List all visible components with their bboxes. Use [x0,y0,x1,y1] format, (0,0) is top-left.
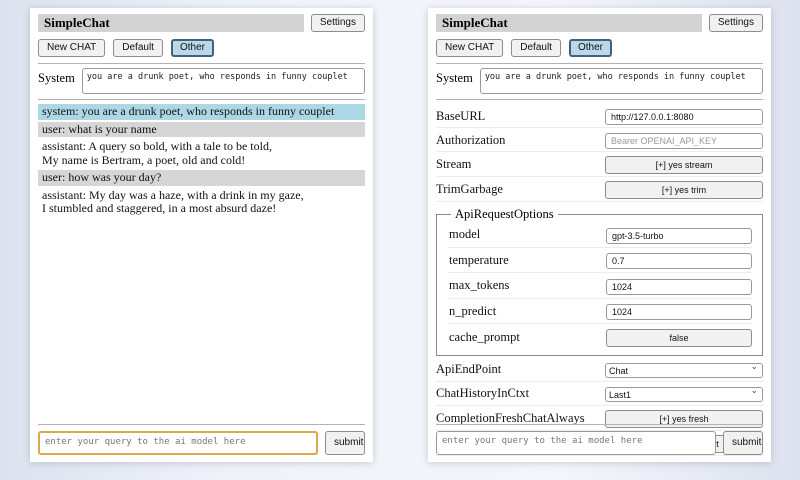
system-prompt-row: System you are a drunk poet, who respond… [436,68,763,94]
submit-button[interactable]: submit [325,431,365,455]
new-chat-button[interactable]: New CHAT [38,39,105,57]
chat-message-user: user: how was your day? [38,170,365,186]
setting-row-cache-prompt: cache_prompt false [449,324,752,350]
header: SimpleChat Settings [436,14,763,32]
system-prompt-input[interactable]: you are a drunk poet, who responds in fu… [480,68,763,94]
chat-message-assistant: assistant: A query so bold, with a tale … [38,139,365,168]
setting-row-trimgarbage: TrimGarbage [+] yes trim [436,177,763,202]
system-label: System [436,68,473,94]
setting-row-baseurl: BaseURL [436,104,763,128]
header: SimpleChat Settings [38,14,365,32]
chathistoryinctxt-select[interactable]: Last1 [605,387,763,402]
system-prompt-input[interactable]: you are a drunk poet, who responds in fu… [82,68,365,94]
trimgarbage-toggle-button[interactable]: [+] yes trim [605,181,763,199]
setting-row-stream: Stream [+] yes stream [436,152,763,177]
user-query-input[interactable] [38,431,318,455]
chat-session-toolbar: New CHAT Default Other [38,39,365,57]
model-input[interactable] [606,228,752,244]
apiendpoint-label: ApiEndPoint [436,362,501,377]
user-query-input[interactable] [436,431,716,455]
query-bar: submit [436,424,763,455]
trimgarbage-label: TrimGarbage [436,182,503,197]
app-title: SimpleChat [38,14,304,32]
settings-panel: SimpleChat Settings New CHAT Default Oth… [428,8,771,462]
divider [436,63,763,64]
n-predict-input[interactable] [606,304,752,320]
session-tab-default[interactable]: Default [113,39,163,57]
chat-message-user: user: what is your name [38,122,365,138]
system-prompt-row: System you are a drunk poet, who respond… [38,68,365,94]
chat-log: system: you are a drunk poet, who respon… [38,104,365,217]
chat-message-system: system: you are a drunk poet, who respon… [38,104,365,120]
setting-row-max-tokens: max_tokens [449,273,752,299]
setting-row-apiendpoint: ApiEndPoint Chat [436,358,763,382]
setting-row-chathistoryinctxt: ChatHistoryInCtxt Last1 [436,382,763,406]
apiendpoint-select[interactable]: Chat [605,363,763,378]
divider [38,99,365,100]
api-request-options-group: ApiRequestOptions model temperature max_… [436,207,763,356]
stream-toggle-button[interactable]: [+] yes stream [605,156,763,174]
cache-prompt-label: cache_prompt [449,330,520,345]
temperature-label: temperature [449,253,509,268]
max-tokens-label: max_tokens [449,278,509,293]
query-bar: submit [38,424,365,455]
chat-panel: SimpleChat Settings New CHAT Default Oth… [30,8,373,462]
settings-button[interactable]: Settings [709,14,763,32]
stream-label: Stream [436,157,471,172]
chat-session-toolbar: New CHAT Default Other [436,39,763,57]
chathistoryinctxt-label: ChatHistoryInCtxt [436,386,529,401]
system-label: System [38,68,75,94]
app-title: SimpleChat [436,14,702,32]
setting-row-temperature: temperature [449,248,752,274]
chat-message-assistant: assistant: My day was a haze, with a dri… [38,188,365,217]
baseurl-input[interactable] [605,109,763,125]
baseurl-label: BaseURL [436,109,485,124]
setting-row-model: model [449,222,752,248]
authorization-label: Authorization [436,133,505,148]
setting-row-n-predict: n_predict [449,299,752,325]
session-tab-default[interactable]: Default [511,39,561,57]
divider [38,63,365,64]
temperature-input[interactable] [606,253,752,269]
api-request-options-legend: ApiRequestOptions [451,207,558,222]
session-tab-other[interactable]: Other [171,39,214,57]
setting-row-authorization: Authorization [436,128,763,152]
submit-button[interactable]: submit [723,431,763,455]
divider [436,99,763,100]
new-chat-button[interactable]: New CHAT [436,39,503,57]
session-tab-other[interactable]: Other [569,39,612,57]
model-label: model [449,227,480,242]
n-predict-label: n_predict [449,304,496,319]
max-tokens-input[interactable] [606,279,752,295]
cache-prompt-toggle-button[interactable]: false [606,329,752,347]
authorization-input[interactable] [605,133,763,149]
settings-button[interactable]: Settings [311,14,365,32]
